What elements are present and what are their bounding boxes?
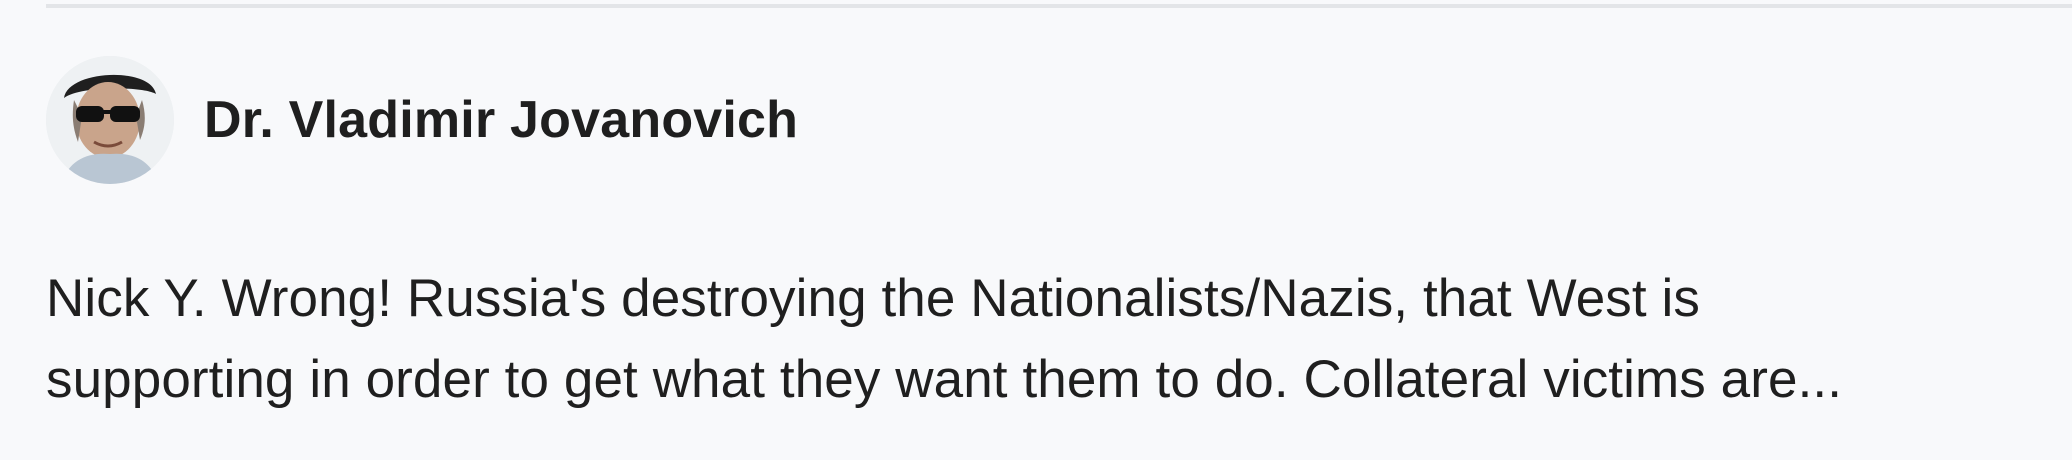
comment-text-line: Nick Y. Wrong! Russia's destroying the N… [46, 269, 1701, 328]
avatar-photo-icon [46, 56, 174, 184]
comment-body: Nick Y. Wrong! Russia's destroying the N… [46, 258, 2046, 420]
comment-author-row: Dr. Vladimir Jovanovich [46, 54, 798, 186]
comment-card: Dr. Vladimir Jovanovich Nick Y. Wrong! R… [0, 0, 2072, 460]
avatar[interactable] [46, 56, 174, 184]
comment-text-line: supporting in order to get what they wan… [46, 350, 1843, 409]
author-name[interactable]: Dr. Vladimir Jovanovich [204, 90, 798, 150]
divider [46, 4, 2072, 8]
